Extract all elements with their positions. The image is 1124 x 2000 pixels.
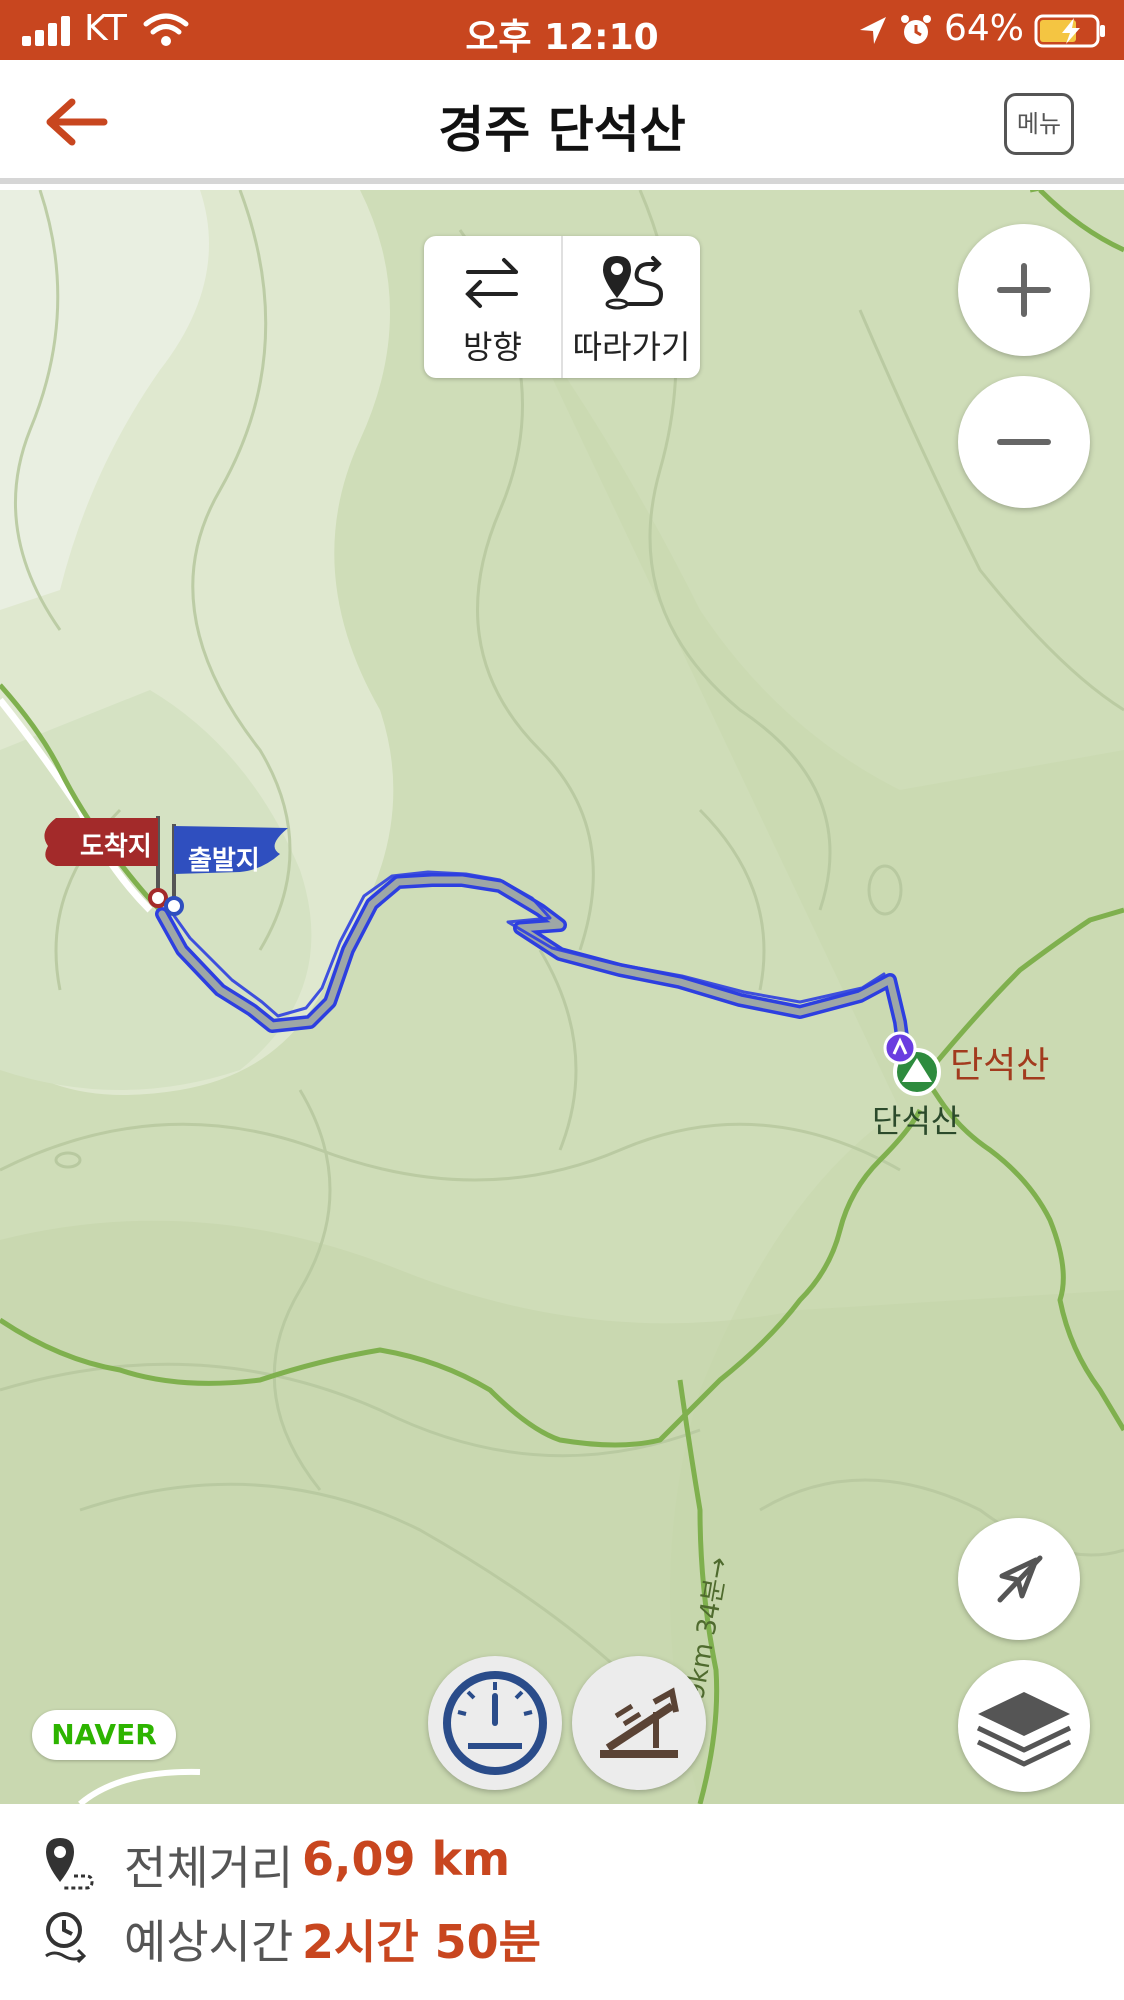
naver-logo: NAVER [32,1710,176,1760]
map-view[interactable]: 도착지 출발지 단석산 단석산 1.9km 34분→ 방향 따라가기 NAVER [0,190,1124,1804]
peak-name-label-secondary: 단석산 [872,1102,961,1140]
arrival-flag-label: 도착지 [80,832,152,862]
follow-route-icon [603,256,664,310]
follow-button-label: 따라가기 [572,328,691,366]
slope-icon [600,1687,679,1758]
speedometer-icon [443,1671,547,1775]
app-header: 경주 단석산 메뉴 [0,60,1124,184]
alarm-icon [901,15,931,44]
layers-icon [976,1692,1072,1767]
zoom-in-button[interactable] [958,224,1090,356]
plus-icon [997,263,1051,317]
menu-button[interactable]: 메뉴 [1004,93,1074,155]
route-info-panel: 전체거리 6,09 km 예상시간 2시간 50분 [0,1804,1124,2000]
time-row: 예상시간 2시간 50분 [40,1906,840,1969]
distance-pin-icon [46,1838,94,1890]
location-arrow-icon [860,17,886,44]
swap-arrows-icon [465,258,518,308]
page-title: 경주 단석산 [438,101,686,159]
departure-flag-label: 출발지 [188,846,260,876]
battery-icon [1034,14,1105,48]
minus-icon [997,439,1051,445]
arrival-departure-flags [44,816,288,916]
zoom-out-button[interactable] [958,376,1090,508]
map-layers-button[interactable] [958,1660,1090,1792]
battery-percent: 64% [944,8,1025,49]
direction-panel: 방향 따라가기 [424,236,700,378]
location-off-icon [997,1555,1043,1603]
speedometer-button[interactable] [428,1656,562,1790]
distance-row: 전체거리 6,09 km [40,1832,840,1895]
direction-button[interactable]: 방향 [424,236,561,378]
distance-label: 전체거리 [124,1841,294,1895]
time-label: 예상시간 [124,1915,294,1969]
time-route-icon [45,1912,87,1964]
peak-name-label: 단석산 [950,1045,1050,1086]
direction-button-label: 방향 [463,328,522,366]
elevation-profile-button[interactable] [572,1656,706,1790]
location-tracking-button[interactable] [958,1518,1080,1640]
distance-value: 6,09 km [302,1832,511,1886]
status-bar: KT 오후 12:10 64% [0,0,1124,60]
time-value: 2시간 50분 [302,1915,541,1969]
map-terrain [0,190,1124,1804]
follow-button[interactable]: 따라가기 [563,236,700,378]
